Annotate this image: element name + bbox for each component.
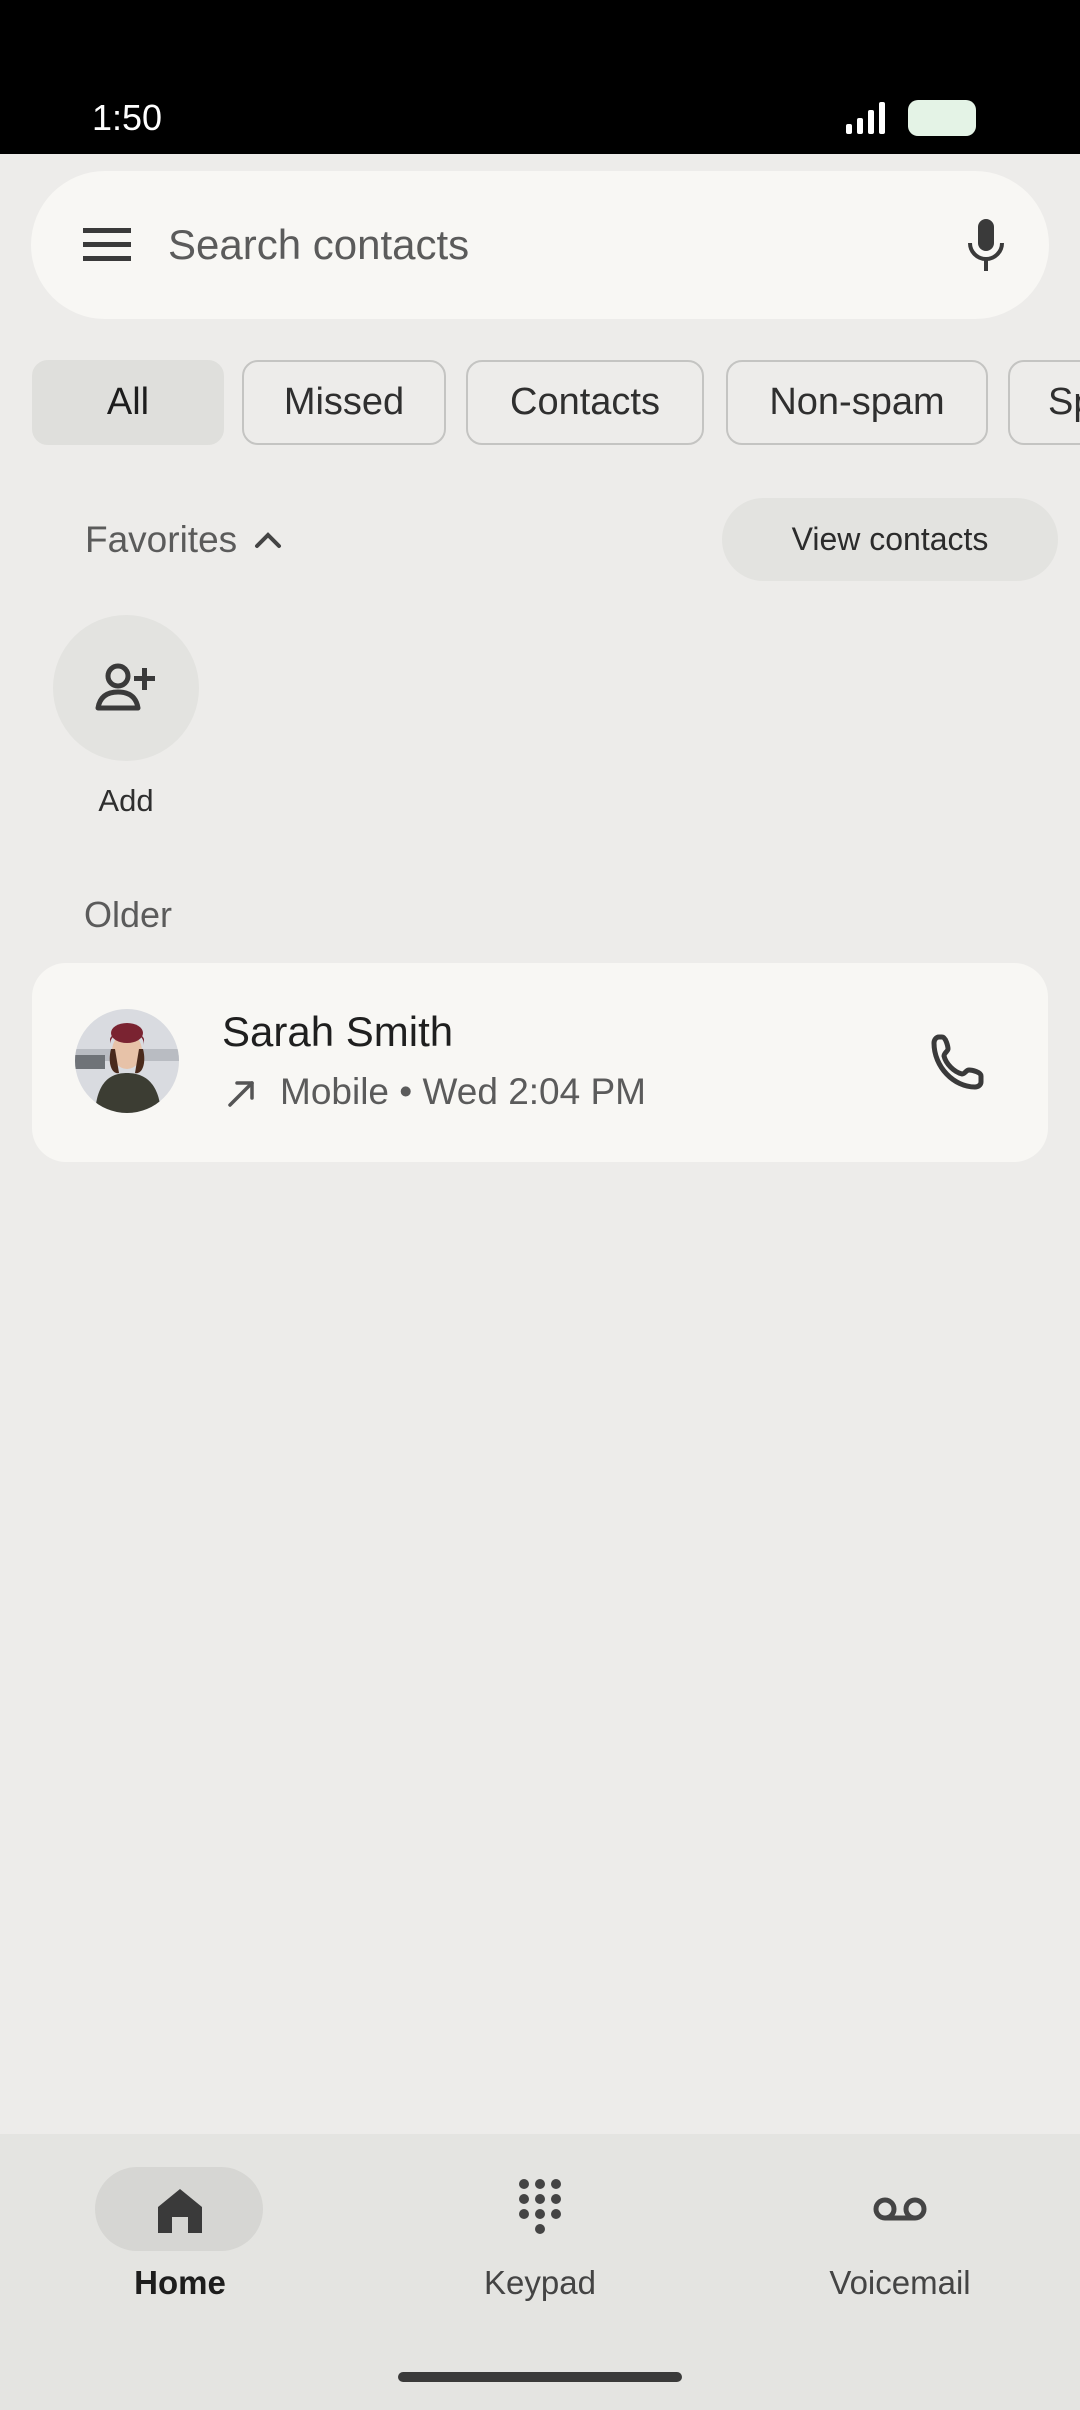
bottom-navigation: Home Keypad Voicemail	[0, 2134, 1080, 2410]
nav-item-keypad[interactable]: Keypad	[390, 2134, 690, 2354]
keypad-icon	[519, 2179, 561, 2234]
filter-chip-spam[interactable]: Sp	[1008, 360, 1080, 445]
filter-chip-all[interactable]: All	[32, 360, 224, 445]
nav-item-home[interactable]: Home	[30, 2134, 330, 2354]
view-contacts-button[interactable]: View contacts	[722, 498, 1058, 581]
menu-icon[interactable]	[81, 221, 135, 269]
add-favorite-label: Add	[98, 783, 154, 818]
phone-icon	[931, 1034, 984, 1090]
add-favorite-button[interactable]	[53, 615, 199, 761]
microphone-icon[interactable]	[961, 215, 1011, 275]
nav-label-keypad: Keypad	[484, 2264, 596, 2301]
signal-icon	[846, 102, 885, 134]
nav-label-home: Home	[134, 2264, 226, 2301]
battery-icon	[908, 100, 976, 136]
status-time: 1:50	[92, 97, 163, 138]
home-gesture-bar[interactable]	[398, 2372, 682, 2382]
filter-chips: All Missed Contacts Non-spam Sp	[32, 360, 1080, 445]
call-log-item[interactable]: Sarah Smith Mobile • Wed 2:04 PM	[32, 963, 1048, 1162]
voicemail-icon	[873, 2197, 927, 2221]
search-bar[interactable]: Search contacts	[31, 171, 1049, 319]
outgoing-call-icon	[228, 1081, 254, 1107]
filter-chip-contacts[interactable]: Contacts	[466, 360, 704, 445]
avatar[interactable]	[75, 1009, 179, 1113]
nav-label-voicemail: Voicemail	[829, 2264, 971, 2301]
home-icon	[158, 2189, 202, 2233]
contact-name: Sarah Smith	[222, 1008, 454, 1055]
filter-chip-missed[interactable]: Missed	[242, 360, 446, 445]
filter-chip-non-spam[interactable]: Non-spam	[726, 360, 988, 445]
add-person-icon	[95, 663, 155, 711]
search-input[interactable]: Search contacts	[168, 221, 469, 269]
nav-item-voicemail[interactable]: Voicemail	[750, 2134, 1050, 2354]
section-header-older: Older	[84, 894, 173, 935]
chevron-up-icon[interactable]	[253, 527, 283, 551]
favorites-header[interactable]: Favorites	[85, 518, 237, 562]
status-bar: 1:50	[0, 0, 1080, 154]
call-details: Mobile • Wed 2:04 PM	[280, 1071, 646, 1112]
call-button[interactable]	[914, 1017, 1004, 1107]
